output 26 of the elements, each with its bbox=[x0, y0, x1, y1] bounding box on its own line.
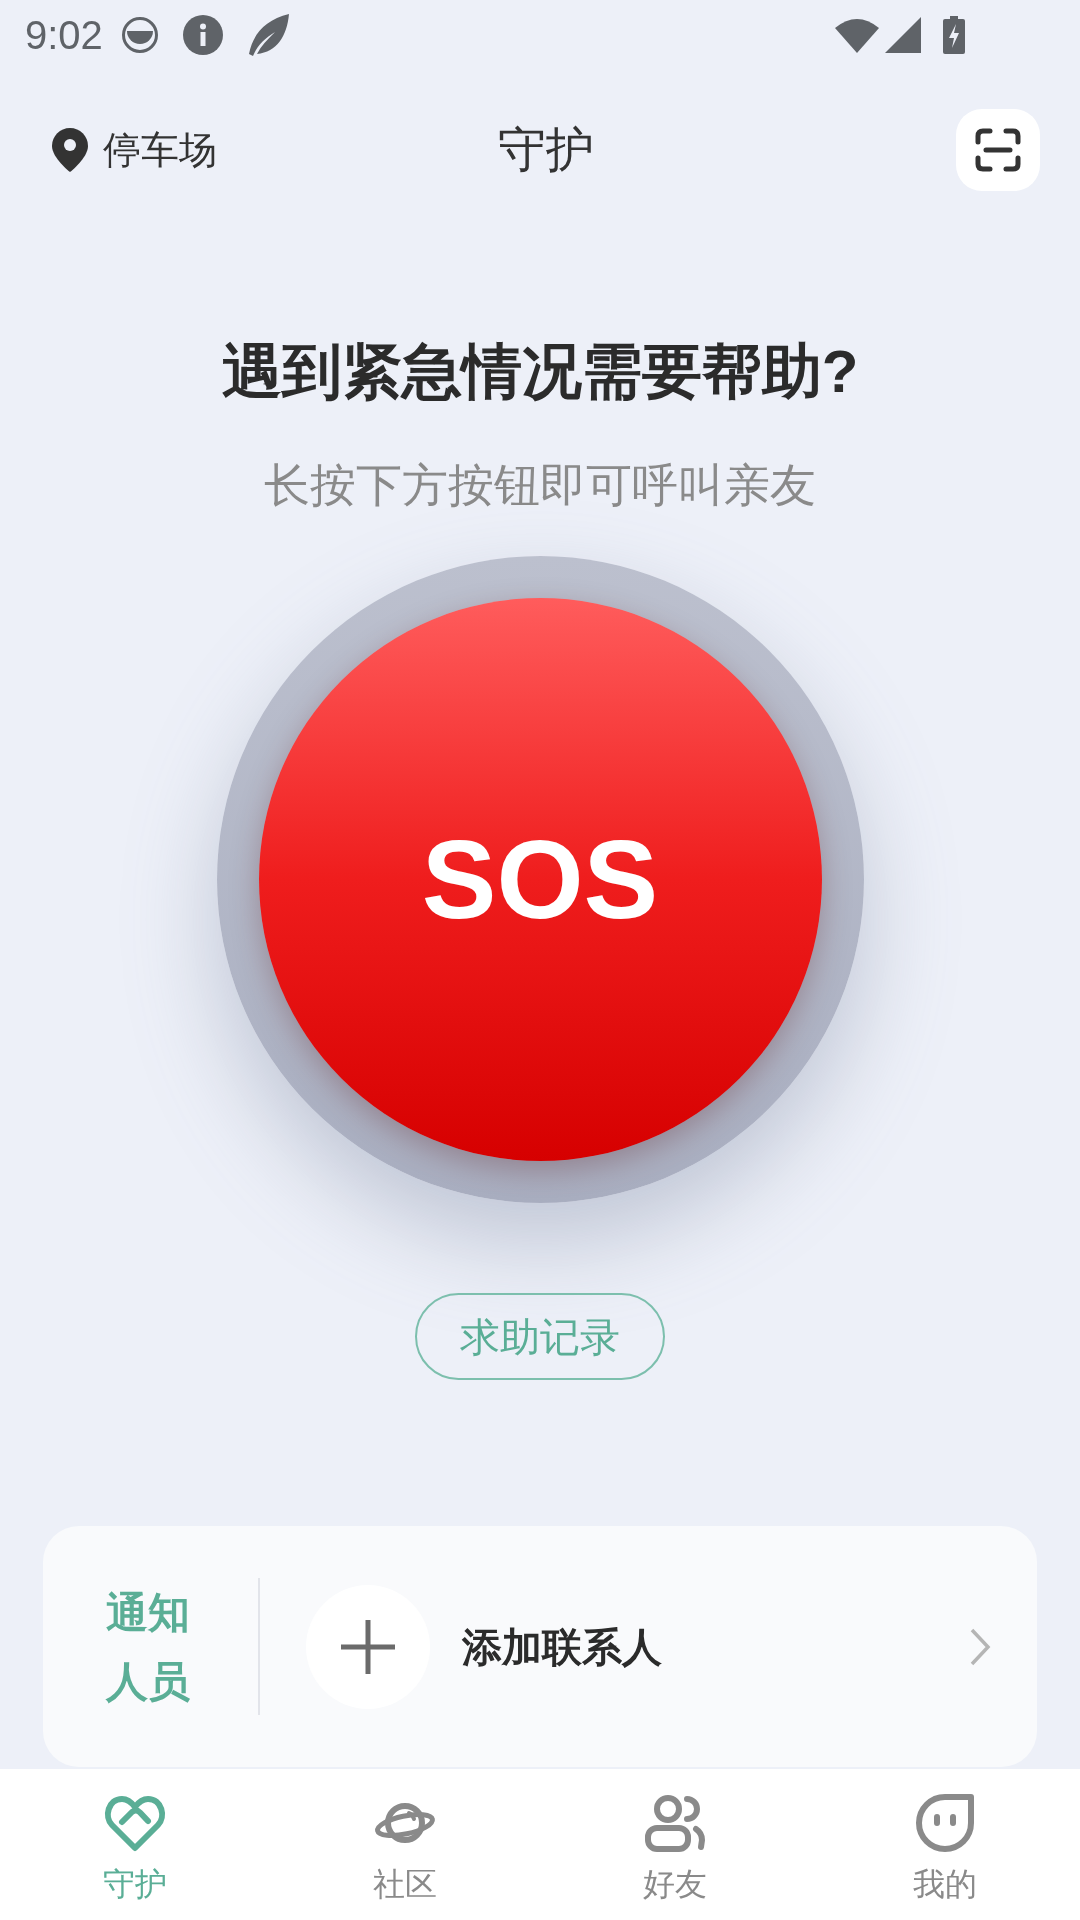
emergency-heading: 遇到紧急情况需要帮助? bbox=[221, 337, 859, 407]
heart-icon bbox=[103, 1793, 167, 1853]
help-history-button[interactable]: 求助记录 bbox=[415, 1293, 665, 1380]
face-icon bbox=[915, 1793, 975, 1853]
people-icon bbox=[644, 1793, 706, 1853]
scan-icon bbox=[975, 128, 1021, 172]
location-label[interactable]: 停车场 bbox=[103, 131, 217, 169]
status-time: 9:02 bbox=[25, 15, 103, 55]
battery-charging-icon bbox=[943, 16, 965, 54]
add-contact-label[interactable]: 添加联系人 bbox=[462, 1626, 662, 1667]
data-saver-icon bbox=[120, 16, 159, 54]
nav-tab[interactable]: 社区 bbox=[270, 1769, 540, 1920]
sos-button[interactable]: SOS bbox=[258, 598, 822, 1161]
instruction-text: 长按下方按钮即可呼叫亲友 bbox=[264, 458, 816, 513]
nav-tab[interactable]: 守护 bbox=[0, 1769, 270, 1920]
plus-icon[interactable] bbox=[306, 1584, 430, 1709]
wifi-icon bbox=[835, 17, 879, 53]
scan-button[interactable] bbox=[956, 109, 1040, 191]
page-title: 守护 bbox=[498, 126, 594, 174]
signal-icon bbox=[885, 17, 921, 53]
nav-tab[interactable]: 我的 bbox=[810, 1769, 1080, 1920]
location-pin-icon bbox=[52, 128, 88, 172]
notify-label: 通知人员 bbox=[106, 1587, 191, 1707]
leaf-icon bbox=[246, 14, 289, 56]
info-icon bbox=[182, 15, 223, 55]
nav-tab[interactable]: 好友 bbox=[540, 1769, 810, 1920]
